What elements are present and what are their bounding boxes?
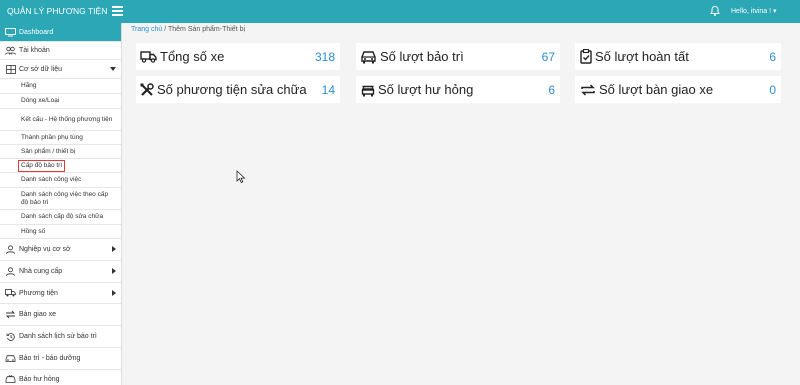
users-icon bbox=[5, 46, 16, 56]
mouse-cursor-icon bbox=[236, 170, 245, 183]
truck-icon bbox=[140, 50, 157, 64]
user-menu[interactable]: Hello, itvina ! ▾ bbox=[731, 0, 777, 23]
car-crash-icon bbox=[360, 83, 375, 97]
sidebar-item-handover[interactable]: Bàn giao xe bbox=[0, 304, 121, 326]
sidebar-item-dashboard[interactable]: Dashboard bbox=[0, 23, 121, 42]
sidebar-subitem-tasks[interactable]: Danh sách công việc bbox=[0, 173, 121, 188]
tools-icon bbox=[140, 82, 154, 97]
sidebar-item-damage[interactable]: Báo hư hỏng bbox=[0, 370, 121, 385]
stat-card-value: 318 bbox=[314, 49, 335, 64]
breadcrumb-separator: / bbox=[164, 26, 167, 33]
exchange-icon bbox=[579, 83, 596, 97]
sidebar-item-vehicle[interactable]: Phương tiện bbox=[0, 283, 121, 304]
sidebar-item-label: Tài khoản bbox=[19, 47, 50, 54]
sidebar-subitem-repair-levels[interactable]: Danh sách cấp độ sửa chữa bbox=[0, 210, 121, 225]
stat-card-value: 67 bbox=[541, 49, 555, 64]
sidebar-subitem-constants[interactable]: Hồng số bbox=[0, 225, 121, 239]
history-icon bbox=[5, 332, 16, 342]
sidebar-item-label: Dashboard bbox=[19, 28, 54, 36]
user-greeting: Hello, itvina ! bbox=[731, 8, 772, 15]
sidebar-subitem-maintenance-level[interactable]: Cấp độ bảo trì bbox=[0, 159, 121, 173]
stat-card-repair-vehicles[interactable]: Số phương tiện sửa chữa 14 bbox=[136, 76, 340, 103]
sidebar-item-label: Cơ sở dữ liệu bbox=[19, 65, 63, 73]
chevron-right-icon bbox=[112, 246, 116, 252]
stat-card-total-vehicles[interactable]: Tổng số xe 318 bbox=[136, 43, 340, 70]
sidebar-item-label: Phương tiện bbox=[19, 289, 58, 297]
sidebar-item-label: Danh sách lịch sử bảo trì bbox=[19, 333, 97, 340]
sidebar-item-database[interactable]: Cơ sở dữ liệu bbox=[0, 60, 121, 79]
sidebar-item-maintenance[interactable]: Bảo trì - bảo dưỡng bbox=[0, 348, 121, 370]
sidebar: Dashboard Tài khoản Cơ sở dữ liệu Hãng D… bbox=[0, 23, 122, 385]
stat-card-maintenance-count[interactable]: Số lượt bảo trì 67 bbox=[356, 43, 560, 70]
sidebar-subitem-model[interactable]: Dòng xe/Loại bbox=[0, 94, 121, 109]
stat-card-label: Số lượt bảo trì bbox=[380, 49, 464, 64]
user-icon bbox=[5, 267, 16, 277]
stat-card-completed-count[interactable]: Số lượt hoàn tất 6 bbox=[575, 43, 781, 70]
monitor-icon bbox=[5, 27, 16, 37]
top-navbar: QUẢN LÝ PHƯƠNG TIỆN Hello, itvina ! ▾ bbox=[0, 0, 800, 23]
user-icon bbox=[5, 245, 16, 255]
stat-card-label: Số lượt hoàn tất bbox=[595, 49, 689, 64]
stat-card-value: 0 bbox=[769, 82, 776, 97]
sidebar-subitem-label: Cấp độ bảo trì bbox=[18, 159, 66, 172]
sidebar-item-supplier[interactable]: Nhà cung cấp bbox=[0, 261, 121, 283]
sidebar-item-history[interactable]: Danh sách lịch sử bảo trì bbox=[0, 326, 121, 348]
car-icon bbox=[5, 354, 16, 364]
chevron-right-icon bbox=[112, 290, 116, 296]
chevron-down-icon bbox=[110, 67, 116, 71]
stat-card-label: Số lượt bàn giao xe bbox=[599, 82, 714, 97]
sidebar-item-label: Nghiệp vụ cơ sở bbox=[19, 246, 71, 253]
sidebar-subitem-parts[interactable]: Thành phần phụ tùng bbox=[0, 131, 121, 145]
sidebar-item-label: Báo hư hỏng bbox=[19, 376, 60, 383]
breadcrumb-home-link[interactable]: Trang chủ bbox=[131, 26, 162, 33]
stat-card-handover-count[interactable]: Số lượt bàn giao xe 0 bbox=[575, 76, 781, 103]
sidebar-subitem-label: Danh sách cấp độ sửa chữa bbox=[21, 213, 104, 220]
sidebar-item-label: Bảo trì - bảo dưỡng bbox=[19, 355, 81, 362]
sidebar-item-label: Nhà cung cấp bbox=[19, 268, 63, 275]
stat-card-label: Tổng số xe bbox=[160, 49, 225, 64]
sidebar-subitem-label: Sản phẩm / thiết bị bbox=[21, 147, 76, 155]
sidebar-subitem-structure[interactable]: Kết cấu - Hệ thống phương tiện bbox=[0, 109, 121, 131]
exchange-icon bbox=[5, 310, 16, 320]
sidebar-item-label: Bàn giao xe bbox=[19, 311, 56, 318]
sidebar-subitem-label: Hãng bbox=[21, 82, 37, 89]
sidebar-subitem-label: Danh sách công việc bbox=[21, 176, 82, 183]
sidebar-subitem-label: Kết cấu - Hệ thống phương tiện bbox=[21, 115, 113, 123]
stat-card-value: 6 bbox=[548, 82, 555, 97]
chevron-right-icon bbox=[112, 268, 116, 274]
sidebar-subitem-label: Hồng số bbox=[21, 227, 46, 235]
clipboard-check-icon bbox=[579, 49, 592, 64]
stat-card-damage-count[interactable]: Số lượt hư hỏng 6 bbox=[356, 76, 560, 103]
sidebar-subitem-tasks-by-level[interactable]: Danh sách công việc theo cấp độ bảo trì bbox=[0, 188, 121, 210]
user-menu-caret-icon: ▾ bbox=[773, 8, 777, 15]
car-icon bbox=[360, 50, 377, 64]
breadcrumb-current: Thêm Sản phẩm-Thiết bị bbox=[168, 26, 246, 33]
stat-card-label: Số lượt hư hỏng bbox=[378, 82, 474, 97]
menu-toggle-icon[interactable] bbox=[112, 6, 123, 16]
truck-icon bbox=[5, 288, 16, 298]
stat-card-label: Số phương tiện sửa chữa bbox=[157, 82, 307, 97]
car-crash-icon bbox=[5, 375, 16, 385]
sidebar-subitem-products[interactable]: Sản phẩm / thiết bị bbox=[0, 145, 121, 159]
sidebar-subitem-label: Dòng xe/Loại bbox=[21, 97, 60, 104]
stat-card-value: 14 bbox=[321, 82, 335, 97]
breadcrumb: Trang chủ / Thêm Sản phẩm-Thiết bị bbox=[131, 26, 245, 33]
sidebar-subitem-label: Danh sách công việc theo cấp độ bảo trì bbox=[21, 190, 109, 206]
stat-card-value: 6 bbox=[769, 49, 776, 64]
sidebar-subitem-label: Thành phần phụ tùng bbox=[21, 133, 83, 141]
app-brand[interactable]: QUẢN LÝ PHƯƠNG TIỆN bbox=[0, 0, 122, 23]
sidebar-item-account[interactable]: Tài khoản bbox=[0, 42, 121, 60]
sidebar-item-business[interactable]: Nghiệp vụ cơ sở bbox=[0, 239, 121, 261]
table-icon bbox=[5, 64, 16, 74]
bell-icon[interactable] bbox=[709, 5, 721, 17]
sidebar-subitem-brand[interactable]: Hãng bbox=[0, 79, 121, 94]
